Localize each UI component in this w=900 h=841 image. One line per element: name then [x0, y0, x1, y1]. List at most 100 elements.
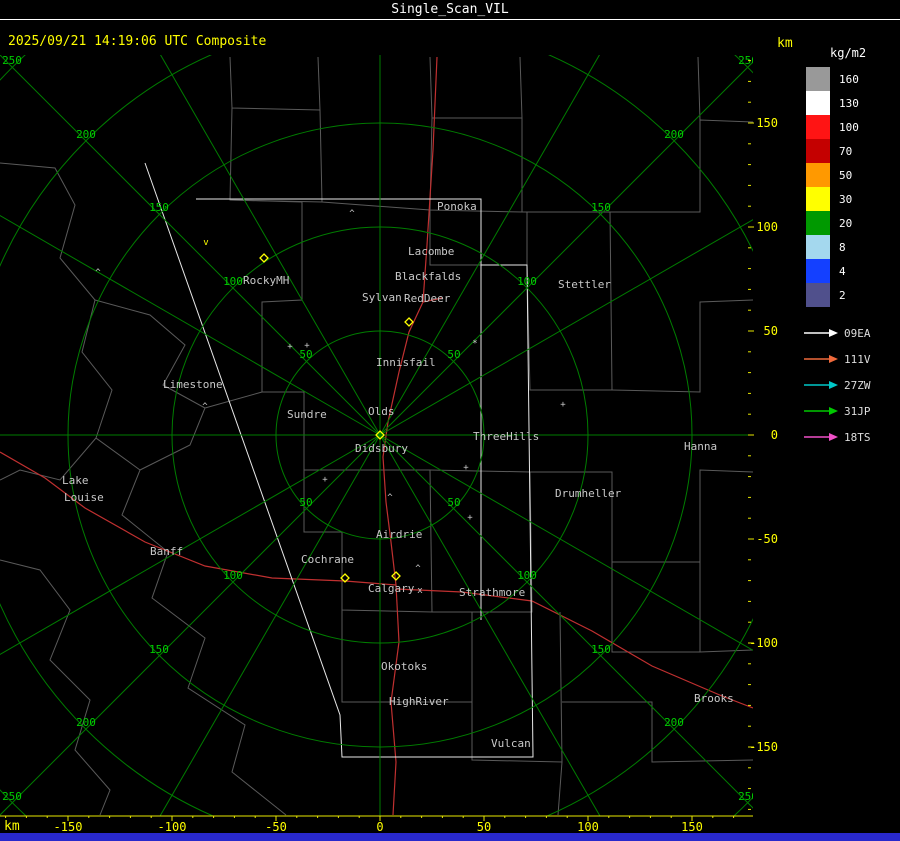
range-label: 100	[223, 275, 243, 288]
radar-site-id: 18TS	[844, 430, 871, 444]
range-label: 150	[591, 201, 611, 214]
city-label: HighRiver	[389, 695, 449, 708]
colorbar-entry: 8	[806, 235, 859, 259]
city-label: Blackfalds	[395, 270, 461, 283]
city-label: Brooks	[694, 692, 734, 705]
map-point-marker: +	[560, 400, 566, 410]
map-point-marker: +	[322, 475, 328, 485]
range-label: 100	[223, 569, 243, 582]
map-point-marker: ^	[95, 268, 101, 278]
x-axis-tick-label: 0	[376, 820, 383, 834]
colorbar-entry: 100	[806, 115, 859, 139]
colorbar-value: 30	[839, 192, 853, 206]
county-boundary	[429, 56, 523, 119]
colorbar-entry: 50	[806, 163, 859, 187]
radar-site-arrow-icon	[804, 329, 838, 337]
county-boundary	[229, 109, 323, 203]
county-boundary	[697, 56, 701, 121]
range-label: 100	[517, 569, 537, 582]
y-axis-tick-label: -100	[749, 636, 778, 650]
city-label: ThreeHills	[473, 430, 539, 443]
range-label: 50	[299, 496, 312, 509]
colorbar-value: 50	[839, 168, 853, 182]
city-label: RedDeer	[404, 292, 451, 305]
map-point-marker: x	[417, 586, 423, 596]
colorbar-entry: 20	[806, 211, 859, 235]
map-point-marker: ^	[202, 402, 208, 412]
y-axis-tick-label: 0	[771, 428, 778, 442]
city-label: Olds	[368, 405, 395, 418]
colorbar-swatch	[806, 67, 830, 91]
radar-app-window: Single_Scan_VIL 2025/09/21 14:19:06 UTC …	[0, 0, 900, 841]
colorbar-value: 160	[839, 72, 859, 86]
map-point-marker: ^	[415, 564, 421, 574]
radar-site-arrow-icon	[804, 407, 838, 415]
range-spoke	[379, 434, 753, 651]
radar-site-entry: 31JP	[804, 398, 871, 424]
range-label: 200	[76, 128, 96, 141]
x-axis-tick-label: 100	[577, 820, 599, 834]
city-label: Stettler	[558, 278, 611, 291]
radar-site-entry: 18TS	[804, 424, 871, 450]
county-boundary	[530, 469, 753, 563]
range-label: 150	[149, 201, 169, 214]
radar-site-id: 31JP	[844, 404, 871, 418]
city-label: Sylvan	[362, 291, 402, 304]
city-label: Strathmore	[459, 586, 525, 599]
city-label: RockyMH	[243, 274, 289, 287]
range-spoke	[0, 55, 381, 436]
range-label: 50	[447, 348, 460, 361]
map-point-marker: +	[287, 342, 293, 352]
colorbar-entry: 130	[806, 91, 859, 115]
city-label: Sundre	[287, 408, 327, 421]
city-label: Lake	[62, 474, 89, 487]
map-point-marker: ^	[387, 493, 393, 503]
colorbar: 160 130 100 70 50 30 20 8 4 2	[806, 67, 859, 307]
colorbar-swatch	[806, 211, 830, 235]
range-label: 250	[2, 54, 22, 67]
city-label: Lacombe	[408, 245, 454, 258]
radar-site-entry: 27ZW	[804, 372, 871, 398]
colorbar-entry: 2	[806, 283, 859, 307]
range-spoke	[159, 434, 381, 816]
county-boundary	[611, 562, 701, 653]
colorbar-swatch	[806, 259, 830, 283]
colorbar-entry: 70	[806, 139, 859, 163]
bottom-scrollbar[interactable]	[0, 833, 900, 841]
x-axis-tick-label: -50	[265, 820, 287, 834]
map-point-marker: *	[472, 339, 477, 349]
colorbar-value: 2	[839, 288, 846, 302]
colorbar-swatch	[806, 283, 830, 307]
county-boundary	[341, 610, 473, 703]
radar-site-arrow-icon	[804, 355, 838, 363]
city-label: Limestone	[163, 378, 223, 391]
city-label: Innisfail	[376, 356, 436, 369]
city-label: Drumheller	[555, 487, 622, 500]
radar-display[interactable]: 5010015020025050100150200250501001502002…	[0, 0, 900, 841]
map-point-marker: v	[203, 238, 208, 248]
y-axis-tick-label: 150	[756, 116, 778, 130]
colorbar-value: 100	[839, 120, 859, 134]
map-point-marker: +	[463, 463, 469, 473]
colorbar-entry: 160	[806, 67, 859, 91]
colorbar-entry: 30	[806, 187, 859, 211]
county-boundary	[429, 117, 523, 213]
county-boundary	[321, 201, 431, 211]
colorbar-swatch	[806, 187, 830, 211]
x-axis-tick-label: 50	[477, 820, 491, 834]
colorbar-value: 130	[839, 96, 859, 110]
radar-coverage-boundary	[144, 162, 534, 758]
range-spoke	[379, 219, 753, 436]
range-spoke	[160, 55, 381, 436]
town-marker	[391, 571, 401, 581]
highway	[395, 588, 753, 709]
colorbar-value: 4	[839, 264, 846, 278]
county-boundary	[562, 701, 753, 763]
radar-site-id: 27ZW	[844, 378, 871, 392]
city-label: Banff	[150, 545, 183, 558]
x-axis-tick-label: -100	[158, 820, 187, 834]
county-boundary	[204, 391, 263, 409]
city-label: Ponoka	[437, 200, 477, 213]
county-boundary	[229, 56, 321, 111]
map-point-marker: +	[467, 513, 473, 523]
